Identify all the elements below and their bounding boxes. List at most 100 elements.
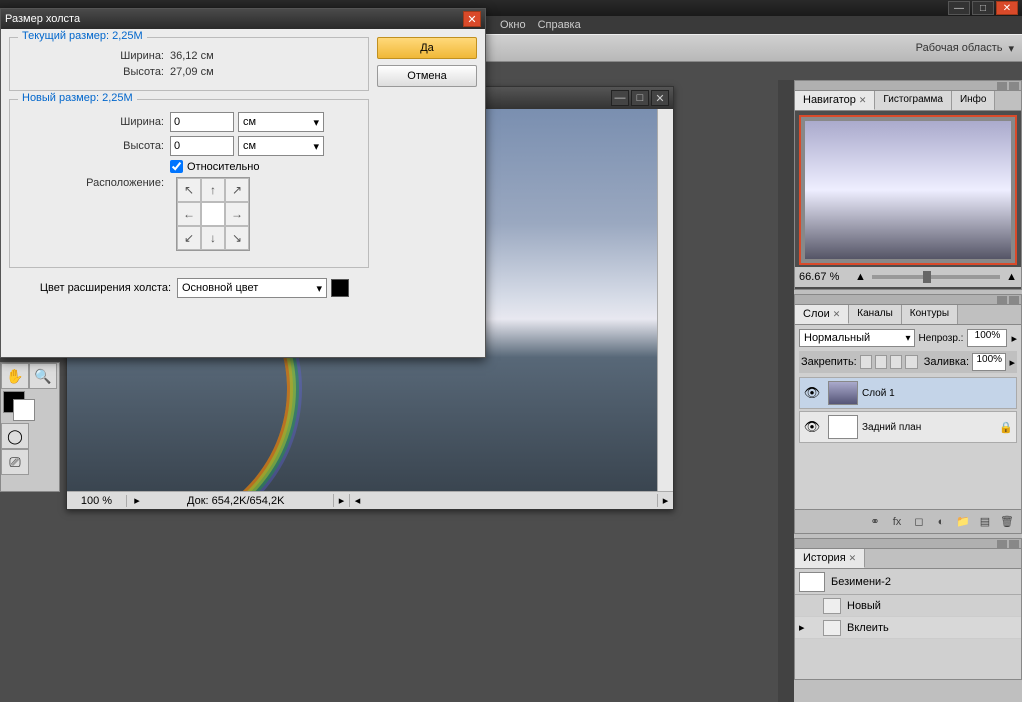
tab-channels[interactable]: Каналы bbox=[849, 305, 902, 324]
anchor-e[interactable]: → bbox=[225, 202, 249, 226]
tab-histogram[interactable]: Гистограмма bbox=[875, 91, 952, 110]
layer-name[interactable]: Задний план bbox=[862, 422, 996, 433]
layer-thumbnail[interactable] bbox=[828, 381, 858, 405]
quickmask-toggle[interactable]: ◯ bbox=[1, 423, 29, 449]
zoom-tool[interactable]: 🔍 bbox=[29, 363, 57, 389]
anchor-n[interactable]: ↑ bbox=[201, 178, 225, 202]
lock-icon: 🔒 bbox=[996, 421, 1016, 434]
fill-flyout-icon[interactable]: ▸ bbox=[1009, 356, 1015, 369]
visibility-icon[interactable]: 👁 bbox=[800, 385, 824, 401]
tab-paths[interactable]: Контуры bbox=[902, 305, 958, 324]
close-icon[interactable]: ✕ bbox=[833, 309, 841, 319]
relative-checkbox[interactable] bbox=[170, 160, 183, 173]
close-icon[interactable]: ✕ bbox=[849, 553, 857, 563]
anchor-se[interactable]: ↘ bbox=[225, 226, 249, 250]
anchor-s[interactable]: ↓ bbox=[201, 226, 225, 250]
anchor-center[interactable] bbox=[201, 202, 225, 226]
history-step-icon bbox=[823, 598, 841, 614]
vertical-scrollbar[interactable] bbox=[657, 109, 673, 491]
adjustment-layer-icon[interactable]: ◐ bbox=[933, 514, 949, 530]
tab-layers[interactable]: Слои✕ bbox=[795, 305, 849, 324]
layer-group-icon[interactable]: 📁 bbox=[955, 514, 971, 530]
navigator-zoom-value[interactable]: 66.67 % bbox=[799, 271, 849, 283]
navigator-thumbnail[interactable] bbox=[799, 115, 1017, 265]
new-size-legend: Новый размер: 2,25M bbox=[18, 92, 137, 104]
new-height-input[interactable] bbox=[170, 136, 234, 156]
cancel-button[interactable]: Отмена bbox=[377, 65, 477, 87]
zoom-field[interactable]: 100 % bbox=[67, 495, 127, 507]
panel-collapse-strip[interactable] bbox=[778, 80, 794, 702]
layer-mask-icon[interactable]: ◻ bbox=[911, 514, 927, 530]
doc-info-menu[interactable]: ▸ bbox=[333, 494, 349, 507]
link-layers-icon[interactable]: ⚭ bbox=[867, 514, 883, 530]
lock-pixels-icon[interactable] bbox=[875, 355, 887, 369]
blend-mode-select[interactable]: Нормальный bbox=[799, 329, 915, 347]
zoom-in-icon[interactable]: ▲ bbox=[1006, 271, 1017, 283]
layer-thumbnail[interactable] bbox=[828, 415, 858, 439]
history-item[interactable]: Новый bbox=[795, 595, 1021, 617]
close-icon[interactable]: ✕ bbox=[859, 95, 867, 105]
lock-position-icon[interactable] bbox=[890, 355, 902, 369]
zoom-slider[interactable] bbox=[872, 275, 1000, 279]
workspace-chevron-icon[interactable]: ▾ bbox=[1008, 42, 1014, 55]
extension-color-select[interactable]: Основной цвет bbox=[177, 278, 327, 298]
hand-tool[interactable]: ✋ bbox=[1, 363, 29, 389]
h-scroll-left[interactable]: ◂ bbox=[349, 494, 365, 507]
layer-item[interactable]: 👁 Слой 1 bbox=[799, 377, 1017, 409]
panel-min-icon[interactable] bbox=[997, 540, 1007, 548]
tab-info[interactable]: Инфо bbox=[952, 91, 996, 110]
new-width-input[interactable] bbox=[170, 112, 234, 132]
menu-help[interactable]: Справка bbox=[538, 19, 581, 31]
panel-close-icon[interactable] bbox=[1009, 296, 1019, 304]
doc-maximize-button[interactable]: □ bbox=[631, 90, 649, 106]
background-color[interactable] bbox=[13, 399, 35, 421]
new-height-unit-select[interactable]: см bbox=[238, 136, 324, 156]
new-layer-icon[interactable]: ▤ bbox=[977, 514, 993, 530]
panel-min-icon[interactable] bbox=[997, 296, 1007, 304]
tab-history[interactable]: История✕ bbox=[795, 549, 865, 568]
dialog-titlebar[interactable]: Размер холста ✕ bbox=[1, 9, 485, 29]
history-step-icon bbox=[823, 620, 841, 636]
new-width-unit-select[interactable]: см bbox=[238, 112, 324, 132]
navigator-panel: Навигатор✕ Гистограмма Инфо 66.67 % ▲ ▲ bbox=[794, 80, 1022, 290]
doc-close-button[interactable]: ✕ bbox=[651, 90, 669, 106]
delete-layer-icon[interactable]: 🗑 bbox=[999, 514, 1015, 530]
panel-close-icon[interactable] bbox=[1009, 540, 1019, 548]
history-snapshot[interactable]: Безимени-2 bbox=[795, 569, 1021, 595]
minimize-button[interactable]: — bbox=[948, 1, 970, 15]
anchor-grid: ↖ ↑ ↗ ← → ↙ ↓ ↘ bbox=[176, 177, 250, 251]
h-scroll-right[interactable]: ▸ bbox=[657, 494, 673, 507]
close-button[interactable]: ✕ bbox=[996, 1, 1018, 15]
layer-name[interactable]: Слой 1 bbox=[862, 388, 1016, 399]
screenmode-toggle[interactable]: ⎚ bbox=[1, 449, 29, 475]
opacity-input[interactable]: 100% bbox=[967, 329, 1007, 347]
layer-item[interactable]: 👁 Задний план 🔒 bbox=[799, 411, 1017, 443]
menu-window[interactable]: Окно bbox=[500, 19, 526, 31]
maximize-button[interactable]: □ bbox=[972, 1, 994, 15]
current-size-group: Текущий размер: 2,25M Ширина: 36,12 см В… bbox=[9, 37, 369, 91]
panel-min-icon[interactable] bbox=[997, 82, 1007, 90]
history-step-name: Новый bbox=[847, 600, 881, 612]
layer-fx-icon[interactable]: fx bbox=[889, 514, 905, 530]
fill-input[interactable]: 100% bbox=[972, 353, 1006, 371]
lock-transparency-icon[interactable] bbox=[860, 355, 872, 369]
zoom-out-icon[interactable]: ▲ bbox=[855, 271, 866, 283]
workspace-label[interactable]: Рабочая область bbox=[916, 42, 1003, 54]
dialog-close-button[interactable]: ✕ bbox=[463, 11, 481, 27]
anchor-sw[interactable]: ↙ bbox=[177, 226, 201, 250]
panel-close-icon[interactable] bbox=[1009, 82, 1019, 90]
doc-minimize-button[interactable]: — bbox=[611, 90, 629, 106]
lock-all-icon[interactable] bbox=[905, 355, 917, 369]
visibility-icon[interactable]: 👁 bbox=[800, 419, 824, 435]
history-item[interactable]: ▸ Вклеить bbox=[795, 617, 1021, 639]
new-height-label: Высота: bbox=[20, 140, 170, 152]
dialog-title-text: Размер холста bbox=[5, 13, 80, 25]
extension-color-swatch[interactable] bbox=[331, 279, 349, 297]
anchor-nw[interactable]: ↖ bbox=[177, 178, 201, 202]
opacity-flyout-icon[interactable]: ▸ bbox=[1011, 332, 1017, 345]
anchor-ne[interactable]: ↗ bbox=[225, 178, 249, 202]
snapshot-name: Безимени-2 bbox=[831, 576, 891, 588]
anchor-w[interactable]: ← bbox=[177, 202, 201, 226]
tab-navigator[interactable]: Навигатор✕ bbox=[795, 91, 875, 110]
ok-button[interactable]: Да bbox=[377, 37, 477, 59]
